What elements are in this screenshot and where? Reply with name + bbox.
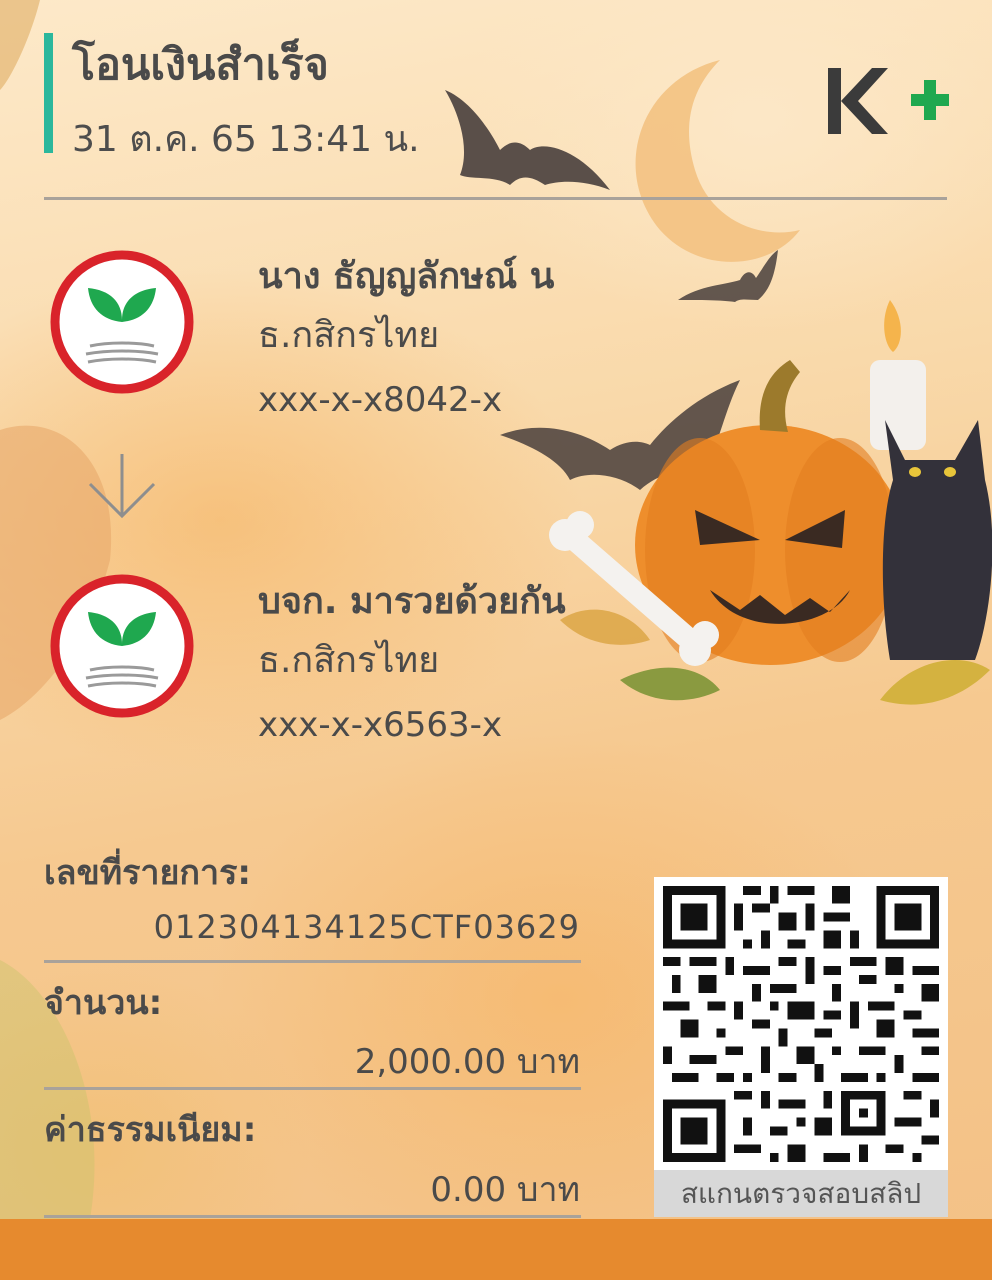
arrow-down-icon <box>88 454 156 519</box>
candle-icon <box>870 360 926 450</box>
fee-label: ค่าธรรมเนียม: <box>44 1110 257 1150</box>
recipient-account: xxx-x-x6563-x <box>258 705 503 745</box>
fee-divider <box>44 1215 581 1218</box>
reference-divider <box>44 960 581 963</box>
transaction-datetime: 31 ต.ค. 65 13:41 น. <box>72 119 420 160</box>
qr-code-icon[interactable] <box>654 877 948 1171</box>
crescent-moon-icon <box>635 60 800 262</box>
footer-bar <box>0 1219 992 1280</box>
black-cat-icon <box>882 420 992 660</box>
page-title: โอนเงินสำเร็จ <box>72 40 329 90</box>
leaf-decoration-icon <box>0 0 40 90</box>
amount-label: จำนวน: <box>44 983 163 1023</box>
kbank-logo-icon <box>50 250 194 394</box>
fee-value: 0.00 บาท <box>430 1170 580 1210</box>
bat-icon <box>445 90 610 190</box>
reference-label: เลขที่รายการ: <box>44 853 251 893</box>
recipient-bank: ธ.กสิกรไทย <box>258 640 440 681</box>
amount-divider <box>44 1087 581 1090</box>
reference-value: 012304134125CTF03629 <box>153 908 580 946</box>
sender-info: นาง ธัญญลักษณ์ น ธ.กสิกรไทย xxx-x-x8042-… <box>258 252 554 432</box>
sender-name: นาง ธัญญลักษณ์ น <box>258 256 555 297</box>
kbank-logo-icon <box>50 574 194 718</box>
sender-bank: ธ.กสิกรไทย <box>258 315 440 356</box>
header-divider <box>44 197 947 200</box>
kplus-logo-icon <box>828 68 949 134</box>
qr-code-panel[interactable] <box>654 877 948 1217</box>
sender-account: xxx-x-x8042-x <box>258 380 503 420</box>
qr-caption: สแกนตรวจสอบสลิป <box>654 1170 948 1217</box>
amount-value: 2,000.00 บาท <box>354 1042 580 1082</box>
recipient-name: บจก. มารวยด้วยกัน <box>258 581 566 622</box>
recipient-info: บจก. มารวยด้วยกัน ธ.กสิกรไทย xxx-x-x6563… <box>258 577 566 757</box>
header-accent-bar <box>44 33 53 153</box>
